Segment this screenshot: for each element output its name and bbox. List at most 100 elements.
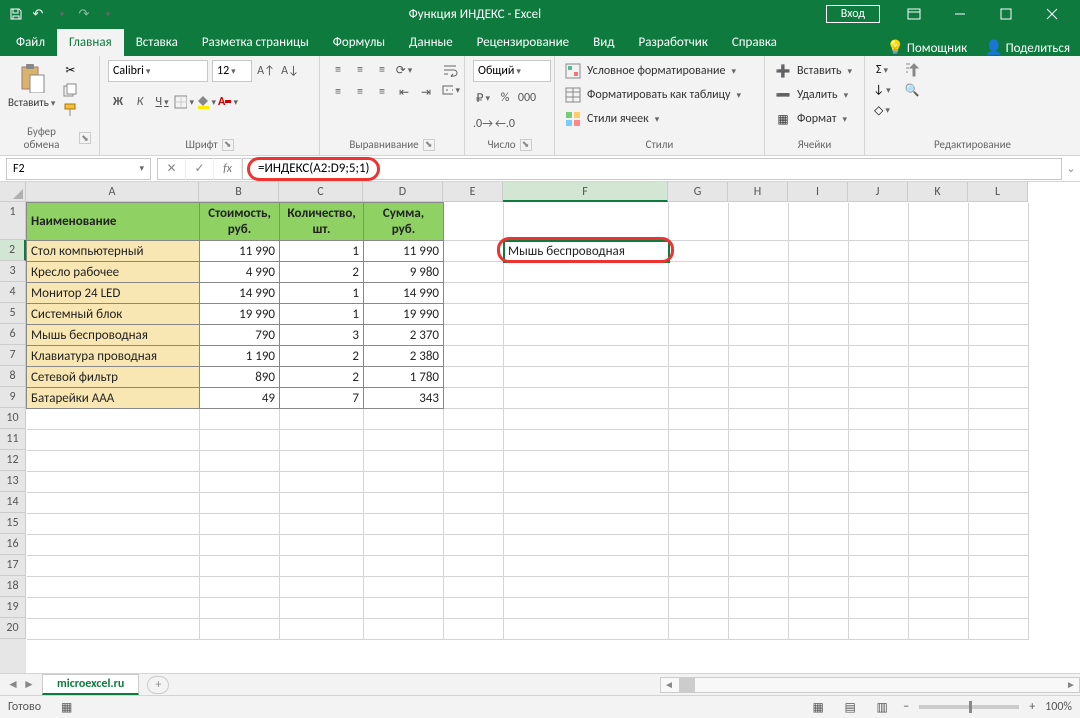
cell-H4[interactable] bbox=[729, 283, 789, 304]
cell-I3[interactable] bbox=[789, 262, 849, 283]
cell-E1[interactable] bbox=[444, 203, 504, 241]
cell-L7[interactable] bbox=[969, 346, 1029, 367]
cell-J6[interactable] bbox=[849, 325, 909, 346]
normal-view-icon[interactable]: ▦ bbox=[807, 698, 829, 716]
dialog-launcher-icon[interactable]: ⬊ bbox=[79, 132, 91, 144]
underline-button[interactable]: Ч ▾ bbox=[152, 92, 172, 112]
cell-F8[interactable] bbox=[504, 367, 669, 388]
cell-H14[interactable] bbox=[729, 493, 789, 514]
cell-A14[interactable] bbox=[27, 493, 200, 514]
italic-button[interactable]: К bbox=[130, 92, 150, 112]
cell-C19[interactable] bbox=[280, 598, 364, 619]
cell-G7[interactable] bbox=[669, 346, 729, 367]
decrease-font-icon[interactable]: A↓ bbox=[280, 61, 300, 81]
tab-page-layout[interactable]: Разметка страницы bbox=[190, 29, 321, 56]
cell-E12[interactable] bbox=[444, 451, 504, 472]
cell-L18[interactable] bbox=[969, 577, 1029, 598]
cell-H8[interactable] bbox=[729, 367, 789, 388]
cell-F16[interactable] bbox=[504, 535, 669, 556]
cell-A1[interactable]: Наименование bbox=[27, 203, 200, 241]
cell-I10[interactable] bbox=[789, 409, 849, 430]
horizontal-scrollbar[interactable]: ◄► bbox=[660, 677, 1080, 693]
cell-B16[interactable] bbox=[200, 535, 280, 556]
cell-K1[interactable] bbox=[909, 203, 969, 241]
cell-L8[interactable] bbox=[969, 367, 1029, 388]
cell-K11[interactable] bbox=[909, 430, 969, 451]
cell-F15[interactable] bbox=[504, 514, 669, 535]
cell-K3[interactable] bbox=[909, 262, 969, 283]
row-header-6[interactable]: 6 bbox=[0, 324, 26, 345]
copy-icon[interactable] bbox=[61, 82, 79, 98]
cell-C14[interactable] bbox=[280, 493, 364, 514]
wrap-text-icon[interactable] bbox=[442, 62, 460, 78]
cell-H5[interactable] bbox=[729, 304, 789, 325]
cell-A20[interactable] bbox=[27, 619, 200, 640]
cell-J1[interactable] bbox=[849, 203, 909, 241]
cell-J16[interactable] bbox=[849, 535, 909, 556]
decrease-decimal-icon[interactable]: ←.0 bbox=[495, 114, 515, 134]
cell-B12[interactable] bbox=[200, 451, 280, 472]
cell-A13[interactable] bbox=[27, 472, 200, 493]
number-format-select[interactable]: Общий▾ bbox=[473, 60, 551, 82]
cell-A6[interactable]: Мышь беспроводная bbox=[27, 325, 200, 346]
new-sheet-button[interactable]: + bbox=[147, 676, 169, 694]
cell-K7[interactable] bbox=[909, 346, 969, 367]
cell-H16[interactable] bbox=[729, 535, 789, 556]
align-bottom-icon[interactable]: ≡ bbox=[372, 60, 392, 80]
cell-E2[interactable] bbox=[444, 241, 504, 262]
cell-D3[interactable]: 9 980 bbox=[364, 262, 444, 283]
cell-B15[interactable] bbox=[200, 514, 280, 535]
cell-C15[interactable] bbox=[280, 514, 364, 535]
cell-I1[interactable] bbox=[789, 203, 849, 241]
col-header-L[interactable]: L bbox=[968, 182, 1028, 202]
cell-F20[interactable] bbox=[504, 619, 669, 640]
cell-H10[interactable] bbox=[729, 409, 789, 430]
cell-K17[interactable] bbox=[909, 556, 969, 577]
cell-L11[interactable] bbox=[969, 430, 1029, 451]
cell-G14[interactable] bbox=[669, 493, 729, 514]
cell-L1[interactable] bbox=[969, 203, 1029, 241]
cell-B11[interactable] bbox=[200, 430, 280, 451]
cell-L20[interactable] bbox=[969, 619, 1029, 640]
row-header-2[interactable]: 2 bbox=[0, 240, 26, 261]
tab-developer[interactable]: Разработчик bbox=[626, 29, 719, 56]
cell-L5[interactable] bbox=[969, 304, 1029, 325]
cell-K2[interactable] bbox=[909, 241, 969, 262]
fill-color-button[interactable]: ▾ bbox=[196, 92, 216, 112]
tellme-button[interactable]: 💡 Помощник bbox=[886, 39, 967, 56]
cell-J10[interactable] bbox=[849, 409, 909, 430]
cell-H17[interactable] bbox=[729, 556, 789, 577]
cell-H11[interactable] bbox=[729, 430, 789, 451]
orientation-icon[interactable]: ⟳▾ bbox=[394, 60, 414, 80]
cell-H3[interactable] bbox=[729, 262, 789, 283]
cell-G10[interactable] bbox=[669, 409, 729, 430]
cell-C18[interactable] bbox=[280, 577, 364, 598]
increase-font-icon[interactable]: A↑ bbox=[256, 61, 276, 81]
fill-icon[interactable]: ↓ ▾ bbox=[873, 82, 891, 98]
tab-help[interactable]: Справка bbox=[720, 29, 789, 56]
scroll-left-icon[interactable]: ◄ bbox=[661, 678, 677, 691]
col-header-K[interactable]: K bbox=[908, 182, 968, 202]
cell-E19[interactable] bbox=[444, 598, 504, 619]
cell-J4[interactable] bbox=[849, 283, 909, 304]
col-header-B[interactable]: B bbox=[199, 182, 279, 202]
cell-K4[interactable] bbox=[909, 283, 969, 304]
cell-A9[interactable]: Батарейки AAA bbox=[27, 388, 200, 409]
cell-I12[interactable] bbox=[789, 451, 849, 472]
cell-J11[interactable] bbox=[849, 430, 909, 451]
name-box[interactable]: F2▾ bbox=[6, 158, 151, 180]
sort-filter-icon[interactable] bbox=[903, 62, 921, 78]
cell-E8[interactable] bbox=[444, 367, 504, 388]
cell-A3[interactable]: Кресло рабочее bbox=[27, 262, 200, 283]
cut-icon[interactable]: ✂ bbox=[61, 62, 79, 78]
cell-D16[interactable] bbox=[364, 535, 444, 556]
cell-G3[interactable] bbox=[669, 262, 729, 283]
border-button[interactable]: ▾ bbox=[174, 92, 194, 112]
select-all-button[interactable] bbox=[0, 182, 26, 202]
minimize-icon[interactable] bbox=[938, 0, 982, 28]
cell-L2[interactable] bbox=[969, 241, 1029, 262]
clear-icon[interactable]: ◇ ▾ bbox=[873, 102, 891, 118]
tab-home[interactable]: Главная bbox=[57, 29, 124, 56]
cell-D10[interactable] bbox=[364, 409, 444, 430]
cell-E10[interactable] bbox=[444, 409, 504, 430]
